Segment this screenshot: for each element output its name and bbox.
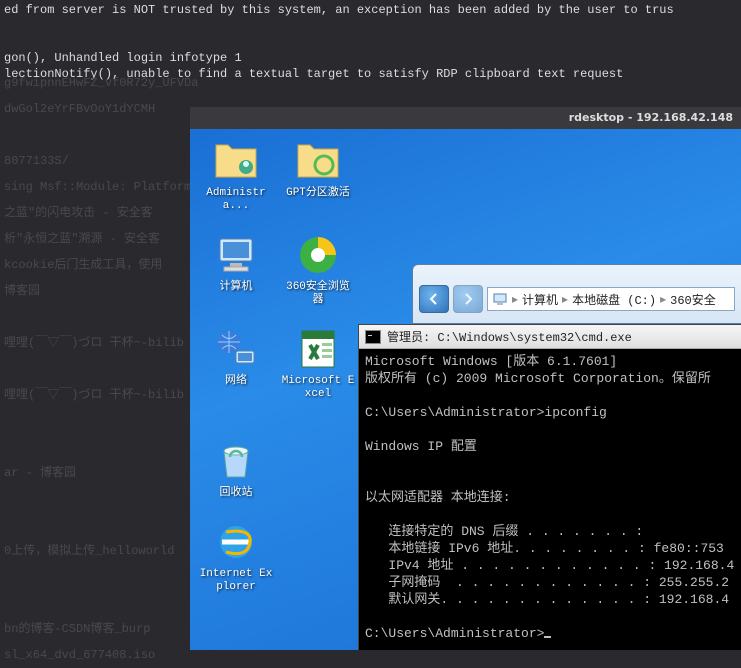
folder-user-icon xyxy=(212,137,260,185)
icon-label: 网络 xyxy=(225,375,247,388)
cmd-output[interactable]: Microsoft Windows [版本 6.1.7601] 版权所有 (c)… xyxy=(359,349,741,646)
icon-label: 回收站 xyxy=(220,487,253,500)
desktop-icon-administrator[interactable]: Administra... xyxy=(198,137,274,213)
icon-label: Internet Explorer xyxy=(199,568,273,594)
desktop-icon-gpt[interactable]: GPT分区激活 xyxy=(280,137,356,213)
cursor xyxy=(544,636,551,638)
nav-forward-button[interactable] xyxy=(453,285,483,313)
network-icon xyxy=(212,325,260,373)
chevron-right-icon: ▸ xyxy=(660,292,666,307)
desktop-icon-ie[interactable]: Internet Explorer xyxy=(198,518,274,594)
browser-360-icon xyxy=(294,231,342,279)
remote-desktop[interactable]: Administra... GPT分区激活 计算机 360安全浏览器 网络 xyxy=(190,129,741,650)
breadcrumb-item[interactable]: 计算机 xyxy=(522,291,558,308)
breadcrumb-item[interactable]: 本地磁盘 (C:) xyxy=(572,291,656,308)
explorer-window[interactable]: ▸ 计算机 ▸ 本地磁盘 (C:) ▸ 360安全 xyxy=(412,264,741,324)
cmd-icon xyxy=(365,330,381,344)
icon-label: 360安全浏览器 xyxy=(281,281,355,307)
arrow-right-icon xyxy=(461,292,475,306)
chevron-right-icon: ▸ xyxy=(562,292,568,307)
rdesktop-title-text: rdesktop - 192.168.42.148 xyxy=(569,111,733,124)
desktop-icon-recycle[interactable]: 回收站 xyxy=(198,437,274,500)
host-ghost-text: g9fwipnnEHwFZ_vf0R72y_UFVDa dwGol2eYrFBv… xyxy=(4,70,198,668)
icon-label: Microsoft Excel xyxy=(281,375,355,401)
computer-icon xyxy=(212,231,260,279)
nav-back-button[interactable] xyxy=(419,285,449,313)
icon-label: GPT分区激活 xyxy=(286,187,350,200)
desktop-icon-computer[interactable]: 计算机 xyxy=(198,231,274,307)
chevron-right-icon: ▸ xyxy=(512,292,518,307)
breadcrumb[interactable]: ▸ 计算机 ▸ 本地磁盘 (C:) ▸ 360安全 xyxy=(487,287,735,311)
breadcrumb-item[interactable]: 360安全 xyxy=(670,291,716,308)
icon-label: 计算机 xyxy=(220,281,253,294)
folder-icon xyxy=(294,137,342,185)
icon-label: Administra... xyxy=(199,187,273,213)
cmd-window[interactable]: 管理员: C:\Windows\system32\cmd.exe Microso… xyxy=(358,324,741,650)
ie-icon xyxy=(212,518,260,566)
rdesktop-titlebar[interactable]: rdesktop - 192.168.42.148 xyxy=(190,107,741,129)
cmd-title-text: 管理员: C:\Windows\system32\cmd.exe xyxy=(387,328,632,345)
recycle-bin-icon xyxy=(212,437,260,485)
desktop-icon-network[interactable]: 网络 xyxy=(198,325,274,401)
computer-small-icon xyxy=(492,291,508,307)
cmd-titlebar[interactable]: 管理员: C:\Windows\system32\cmd.exe xyxy=(359,325,741,349)
desktop-icon-360browser[interactable]: 360安全浏览器 xyxy=(280,231,356,307)
excel-icon xyxy=(294,325,342,373)
desktop-icon-excel[interactable]: Microsoft Excel xyxy=(280,325,356,401)
arrow-left-icon xyxy=(427,292,441,306)
